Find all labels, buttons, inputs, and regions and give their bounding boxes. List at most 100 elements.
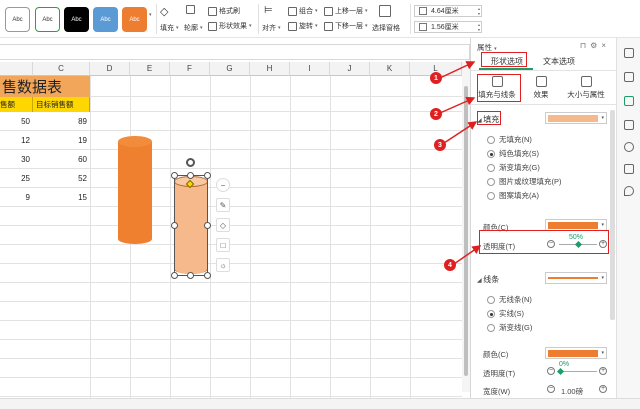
spreadsheet-grid[interactable]: C D E F G H I J K L 售数据表 售额 目标销售额 50 89 … — [0, 62, 462, 398]
line-section-header[interactable]: ◢ 线条 — [477, 274, 499, 285]
subtab-size-properties[interactable]: 大小与属性 — [557, 76, 615, 100]
radio-gradient-line[interactable]: 渐变线(G) — [487, 322, 532, 333]
properties-icon[interactable] — [624, 48, 634, 58]
column-header-partial[interactable] — [0, 62, 33, 76]
selection-pane-button[interactable]: 选择窗格 — [372, 23, 400, 33]
formula-bar[interactable] — [0, 44, 470, 60]
line-color-picker[interactable]: ▾ — [545, 347, 607, 359]
column-header-g[interactable]: G — [210, 62, 250, 76]
column-header-d[interactable]: D — [90, 62, 130, 76]
column-header-f[interactable]: F — [170, 62, 210, 76]
shape-style-4[interactable]: Abc — [93, 7, 118, 32]
cell-value[interactable]: 15 — [33, 188, 90, 207]
settings-icon[interactable]: ⚙ — [590, 41, 601, 50]
help-icon[interactable] — [624, 142, 634, 152]
resize-handle[interactable] — [171, 272, 178, 279]
fill-bucket-icon[interactable]: ◇ — [216, 218, 230, 232]
send-backward-button[interactable]: 下移一层 ▾ — [324, 21, 368, 31]
line-transparency-slider-knob[interactable] — [556, 367, 565, 376]
column-header-i[interactable]: I — [290, 62, 330, 76]
radio-picture-fill[interactable]: 图片或纹理填充(P) — [487, 176, 562, 187]
column-header-e[interactable]: E — [130, 62, 170, 76]
column-header-h[interactable]: H — [250, 62, 290, 76]
format-painter-button[interactable]: 格式刷 — [208, 6, 240, 16]
line-width-decrease-button[interactable]: − — [547, 385, 555, 393]
line-preview-picker[interactable]: ▾ — [545, 272, 607, 284]
pointer-icon[interactable] — [624, 120, 634, 130]
line-width-value[interactable]: 1.00磅 — [561, 386, 583, 397]
cell-value[interactable]: 50 — [0, 112, 33, 131]
outline-icon[interactable] — [186, 5, 195, 14]
cell-value[interactable]: 25 — [0, 169, 33, 188]
resize-handle[interactable] — [171, 172, 178, 179]
share-icon[interactable] — [624, 164, 634, 174]
fill-icon[interactable]: ◇ — [160, 5, 168, 18]
tab-text-options[interactable]: 文本选项 — [543, 56, 575, 67]
shape-height-input[interactable]: 4.64厘米 ▴ ▾ — [414, 5, 482, 17]
fill-button[interactable]: 填充 ▾ — [160, 23, 179, 33]
line-width-increase-button[interactable]: + — [599, 385, 607, 393]
panel-tools: ⊓⚙× — [580, 41, 610, 50]
cell-value[interactable]: 52 — [33, 169, 90, 188]
radio-no-line[interactable]: 无线条(N) — [487, 294, 532, 305]
cell-value[interactable]: 19 — [33, 131, 90, 150]
bulb-icon[interactable]: ☼ — [216, 258, 230, 272]
cell-value[interactable]: 30 — [0, 150, 33, 169]
close-icon[interactable]: × — [601, 41, 610, 50]
scroll-thumb[interactable] — [464, 86, 468, 376]
column-header-k[interactable]: K — [370, 62, 410, 76]
line-transparency-increase-button[interactable]: + — [599, 367, 607, 375]
shape-style-2[interactable]: Abc — [35, 7, 60, 32]
cell-value[interactable]: 12 — [0, 131, 33, 150]
radio-solid-fill[interactable]: 纯色填充(S) — [487, 148, 539, 159]
shape-effects-button[interactable]: 形状效果 ▾ — [208, 21, 252, 31]
outline-button[interactable]: 轮廓 ▾ — [184, 23, 203, 33]
annotation-badge-2: 2 — [430, 108, 442, 120]
row-line — [0, 207, 462, 226]
outline-square-icon[interactable]: □ — [216, 238, 230, 252]
shape-width-input[interactable]: 1.56厘米 ▴ ▾ — [414, 21, 482, 33]
header-cell-target-sales[interactable]: 目标销售额 — [33, 97, 90, 112]
pen-icon[interactable]: ✎ — [216, 198, 230, 212]
bring-forward-button[interactable]: 上移一层 ▾ — [324, 6, 368, 16]
resize-handle[interactable] — [187, 172, 194, 179]
radio-pattern-fill[interactable]: 图案填充(A) — [487, 190, 539, 201]
shape-style-1[interactable]: Abc — [5, 7, 30, 32]
selection-pane-icon[interactable] — [379, 5, 391, 17]
cell-value[interactable]: 60 — [33, 150, 90, 169]
align-icon[interactable]: ⊨ — [264, 5, 273, 16]
location-icon[interactable] — [624, 186, 634, 196]
panel-scrollbar[interactable] — [610, 110, 615, 320]
radio-gradient-fill[interactable]: 渐变填充(G) — [487, 162, 540, 173]
pin-icon[interactable]: ⊓ — [580, 41, 590, 50]
vertical-scrollbar[interactable] — [462, 62, 470, 392]
group-button[interactable]: 组合 ▾ — [288, 6, 318, 16]
styles-more-icon[interactable]: ▾ — [149, 12, 152, 18]
radio-no-fill[interactable]: 无填充(N) — [487, 134, 532, 145]
rotate-handle-icon[interactable] — [186, 158, 195, 167]
resize-handle[interactable] — [187, 272, 194, 279]
align-button[interactable]: 对齐 ▾ — [262, 23, 281, 33]
shape-icon[interactable] — [624, 72, 634, 82]
resize-handle[interactable] — [204, 172, 211, 179]
row-line — [0, 302, 462, 321]
rotate-button[interactable]: 旋转 ▾ — [288, 21, 318, 31]
line-transparency-decrease-button[interactable]: − — [547, 367, 555, 375]
header-cell-sales[interactable]: 售额 — [0, 97, 33, 112]
collapse-icon[interactable]: − — [216, 178, 230, 192]
adjust-icon[interactable] — [624, 96, 634, 106]
resize-handle[interactable] — [204, 222, 211, 229]
column-header-j[interactable]: J — [330, 62, 370, 76]
cell-value[interactable]: 89 — [33, 112, 90, 131]
resize-handle[interactable] — [204, 272, 211, 279]
cylinder-shape-solid[interactable] — [118, 142, 152, 244]
cell-value[interactable]: 9 — [0, 188, 33, 207]
fill-preview-picker[interactable]: ▾ — [545, 112, 607, 124]
column-header-c[interactable]: C — [33, 62, 90, 76]
radio-solid-line[interactable]: 实线(S) — [487, 308, 524, 319]
shape-style-3[interactable]: Abc — [64, 7, 89, 32]
table-title-cell[interactable]: 售数据表 — [0, 76, 90, 97]
resize-handle[interactable] — [171, 222, 178, 229]
shape-style-5[interactable]: Abc — [122, 7, 147, 32]
line-transparency-slider[interactable] — [559, 371, 597, 372]
